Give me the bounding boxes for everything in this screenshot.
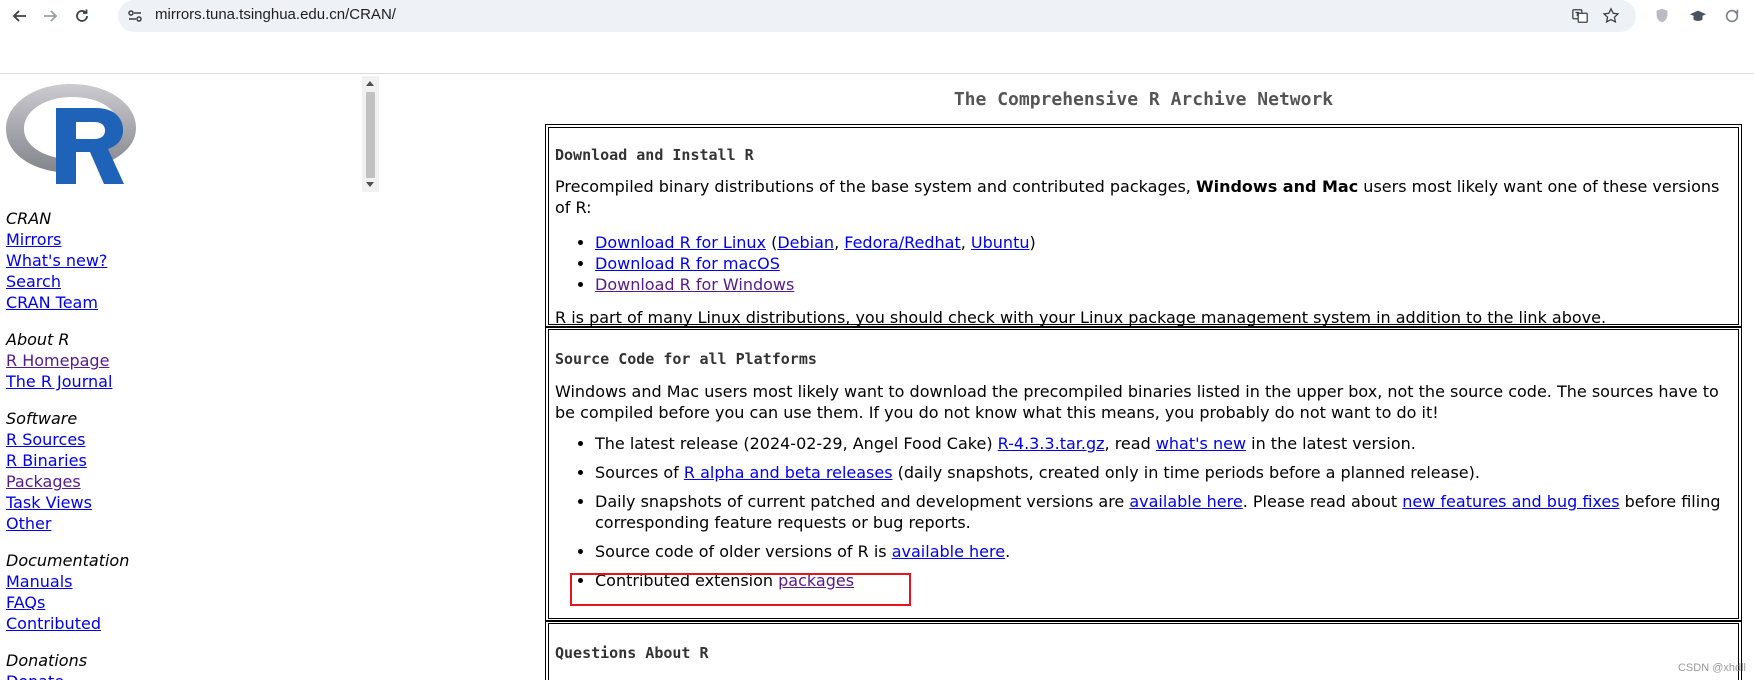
list-item: The latest release (2024-02-29, Angel Fo…	[595, 433, 1732, 454]
item-text: in the latest version.	[1246, 434, 1416, 453]
r-logo	[6, 84, 136, 184]
nav-heading: Software	[6, 409, 78, 428]
download-intro: Precompiled binary distributions of the …	[555, 176, 1732, 218]
ubuntu-link[interactable]: Ubuntu	[971, 233, 1030, 252]
list-item: Daily snapshots of current patched and d…	[595, 491, 1732, 533]
extension-shield-icon[interactable]	[1652, 6, 1672, 26]
questions-heading: Questions About R	[555, 644, 709, 662]
nav-heading: CRAN	[6, 209, 52, 228]
reload-icon	[76, 9, 88, 22]
nav-group-about-r: About R R Homepage The R Journal	[6, 329, 129, 392]
arrow-left-icon	[12, 10, 26, 22]
annotation-highlight-box	[570, 573, 911, 606]
nav-link-whats-new[interactable]: What's new?	[6, 250, 129, 271]
scroll-up-arrow-icon[interactable]	[366, 81, 374, 86]
scroll-down-arrow-icon[interactable]	[366, 182, 374, 187]
arrow-right-icon	[44, 10, 58, 22]
nav-link-search[interactable]: Search	[6, 271, 129, 292]
sidebar-frame: CRAN Mirrors What's new? Search CRAN Tea…	[0, 74, 380, 680]
extension-cap-icon[interactable]	[1688, 6, 1708, 26]
page-title: The Comprehensive R Archive Network	[953, 89, 1334, 110]
nav-link-r-binaries[interactable]: R Binaries	[6, 450, 129, 471]
sidebar-nav: CRAN Mirrors What's new? Search CRAN Tea…	[6, 208, 129, 680]
nav-group-cran: CRAN Mirrors What's new? Search CRAN Tea…	[6, 208, 129, 313]
source-heading: Source Code for all Platforms	[555, 350, 817, 368]
questions-box-inner: Questions About R	[548, 623, 1739, 680]
comma-text: ,	[960, 233, 971, 252]
nav-link-manuals[interactable]: Manuals	[6, 571, 129, 592]
source-list: The latest release (2024-02-29, Angel Fo…	[555, 433, 1732, 591]
list-item: Download R for Linux (Debian, Fedora/Red…	[595, 232, 1732, 253]
translate-icon[interactable]	[1570, 6, 1590, 26]
nav-link-faqs[interactable]: FAQs	[6, 592, 129, 613]
item-text: Sources of	[595, 463, 684, 482]
snapshots-link[interactable]: available here	[1129, 492, 1242, 511]
nav-link-contributed[interactable]: Contributed	[6, 613, 129, 634]
bookmark-star-icon[interactable]	[1601, 6, 1621, 26]
extension-refresh-icon[interactable]	[1722, 6, 1742, 26]
debian-link[interactable]: Debian	[777, 233, 834, 252]
url-text[interactable]: mirrors.tuna.tsinghua.edu.cn/CRAN/	[155, 6, 396, 23]
download-list: Download R for Linux (Debian, Fedora/Red…	[555, 232, 1732, 295]
nav-link-r-homepage[interactable]: R Homepage	[6, 350, 129, 371]
nav-group-software: Software R Sources R Binaries Packages T…	[6, 408, 129, 534]
nav-group-documentation: Documentation Manuals FAQs Contributed	[6, 550, 129, 634]
download-footer: R is part of many Linux distributions, y…	[555, 308, 1607, 327]
nav-group-donations: Donations Donate	[6, 650, 129, 680]
download-heading: Download and Install R	[555, 146, 754, 164]
questions-box: Questions About R	[545, 620, 1742, 680]
forward-button[interactable]	[38, 4, 62, 28]
paren-text: )	[1029, 233, 1036, 252]
nav-link-packages[interactable]: Packages	[6, 471, 129, 492]
nav-link-other[interactable]: Other	[6, 513, 129, 534]
nav-heading: Documentation	[6, 551, 130, 570]
item-text: . Please read about	[1242, 492, 1403, 511]
item-text: Source code of older versions of R is	[595, 542, 892, 561]
alpha-beta-link[interactable]: R alpha and beta releases	[684, 463, 893, 482]
back-button[interactable]	[8, 4, 32, 28]
nav-link-task-views[interactable]: Task Views	[6, 492, 129, 513]
intro-bold: Windows and Mac	[1195, 177, 1359, 196]
r-tarball-link[interactable]: R-4.3.3.tar.gz	[998, 434, 1105, 453]
download-linux-link[interactable]: Download R for Linux	[595, 233, 766, 252]
older-versions-link[interactable]: available here	[892, 542, 1005, 561]
watermark: CSDN @xhdll	[1677, 662, 1746, 674]
source-intro: Windows and Mac users most likely want t…	[555, 382, 1719, 422]
download-macos-link[interactable]: Download R for macOS	[595, 254, 780, 273]
item-text: .	[1005, 542, 1011, 561]
site-info-icon[interactable]	[126, 7, 144, 25]
nav-link-donate[interactable]: Donate	[6, 671, 129, 680]
nav-heading: Donations	[6, 651, 88, 670]
address-bar[interactable]: mirrors.tuna.tsinghua.edu.cn/CRAN/	[118, 0, 1636, 32]
comma-text: ,	[834, 233, 845, 252]
item-text: , read	[1104, 434, 1156, 453]
list-item: Sources of R alpha and beta releases (da…	[595, 462, 1732, 483]
reload-button[interactable]	[70, 4, 94, 28]
item-text: The latest release (2024-02-29, Angel Fo…	[595, 434, 998, 453]
nav-link-r-sources[interactable]: R Sources	[6, 429, 129, 450]
item-text: Daily snapshots of current patched and d…	[595, 492, 1130, 511]
list-item: Download R for Windows	[595, 274, 1732, 295]
nav-link-mirrors[interactable]: Mirrors	[6, 229, 129, 250]
nav-heading: About R	[6, 330, 70, 349]
list-item: Source code of older versions of R is av…	[595, 541, 1732, 562]
whats-new-link[interactable]: what's new	[1156, 434, 1246, 453]
features-bugfixes-link[interactable]: new features and bug fixes	[1402, 492, 1619, 511]
nav-link-cran-team[interactable]: CRAN Team	[6, 292, 129, 313]
fedora-link[interactable]: Fedora/Redhat	[844, 233, 961, 252]
list-item: Download R for macOS	[595, 253, 1732, 274]
scrollbar-thumb[interactable]	[366, 92, 375, 178]
browser-toolbar: mirrors.tuna.tsinghua.edu.cn/CRAN/	[0, 0, 1754, 32]
paren-text: (	[766, 233, 778, 252]
item-text: (daily snapshots, created only in time p…	[892, 463, 1480, 482]
download-box-inner: Download and Install R Precompiled binar…	[548, 127, 1739, 327]
nav-link-r-journal[interactable]: The R Journal	[6, 371, 129, 392]
intro-text: Precompiled binary distributions of the …	[555, 177, 1196, 196]
sidebar-scrollbar[interactable]	[362, 76, 379, 192]
download-windows-link[interactable]: Download R for Windows	[595, 275, 794, 294]
download-box: Download and Install R Precompiled binar…	[545, 124, 1742, 328]
